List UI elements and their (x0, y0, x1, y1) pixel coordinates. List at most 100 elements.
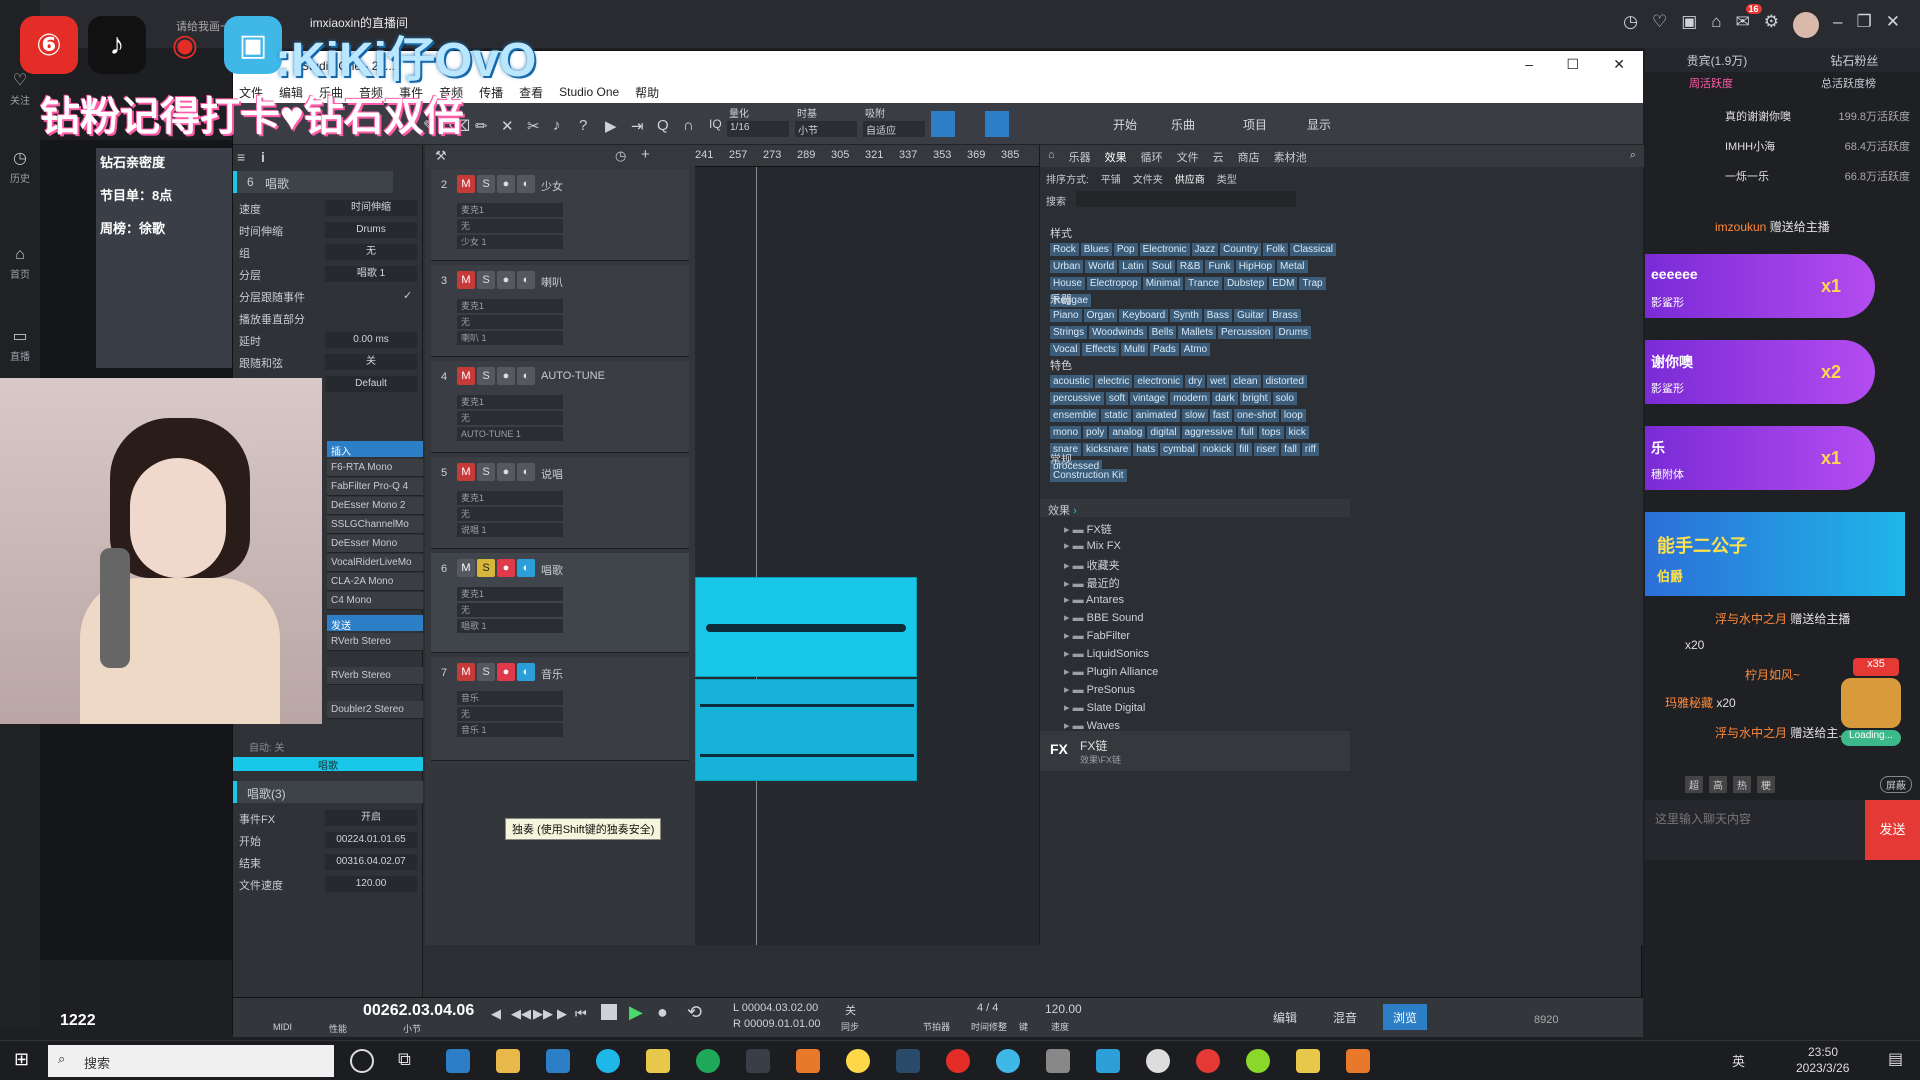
style-tag[interactable]: Pop (1113, 243, 1138, 256)
monitor-icon[interactable]: ◐ (517, 271, 535, 289)
character-tag[interactable]: electronic (1134, 375, 1184, 388)
view-browse-button[interactable]: 浏览 (1383, 1004, 1428, 1030)
style-tag[interactable]: Folk (1263, 243, 1288, 256)
windows-start-icon[interactable]: ⊞ (14, 1049, 29, 1070)
insp-row-delay[interactable]: 延时 0.00 ms (235, 329, 421, 351)
style-tag[interactable]: Classical (1290, 243, 1337, 256)
mute-button[interactable]: M (457, 463, 475, 481)
snap-toggle-icon[interactable] (931, 111, 955, 137)
character-tag[interactable]: full (1237, 426, 1257, 439)
nav-history[interactable]: ◷ 历史 (0, 148, 40, 185)
quick-super[interactable]: 超 (1685, 775, 1703, 793)
browser-tab-cloud[interactable]: 云 (1213, 149, 1224, 164)
monitor-icon[interactable]: ◐ (517, 463, 535, 481)
style-tag[interactable]: Funk (1205, 260, 1234, 273)
track-layer[interactable]: 唱歌 1 (457, 619, 563, 633)
record-icon[interactable]: ● (497, 175, 515, 193)
automation-label[interactable]: 自动: 关 (249, 739, 285, 754)
mail-icon[interactable] (546, 1049, 570, 1073)
chat-message[interactable]: 浮与水中之月 赠送给主播 (1645, 610, 1920, 627)
instrument-tag[interactable]: Woodwinds (1089, 326, 1147, 339)
track-name[interactable]: 说唱 (541, 466, 563, 482)
shirt-icon[interactable]: ⌂ (1711, 12, 1721, 38)
track-input[interactable]: 麦克1 (457, 203, 563, 217)
mute-tool-icon[interactable]: ✕ (501, 117, 514, 135)
app-icon-4[interactable] (996, 1049, 1020, 1073)
maximize-icon[interactable]: ❐ (1857, 12, 1872, 38)
search-icon[interactable]: ⌕ (1630, 149, 1636, 163)
instrument-tag[interactable]: Guitar (1234, 309, 1268, 322)
quick-high[interactable]: 高 (1709, 775, 1727, 793)
fx-folder[interactable]: ▸ ▬ Antares (1064, 593, 1124, 606)
solo-button[interactable]: S (477, 663, 495, 681)
instrument-tag[interactable]: Effects (1082, 343, 1119, 356)
sort-folder[interactable]: 文件夹 (1133, 171, 1163, 186)
track-input[interactable]: 麦克1 (457, 299, 563, 313)
insp-row-layer[interactable]: 分层 唱歌 1 (235, 263, 421, 285)
insert-slot[interactable]: SSLGChannelMo (327, 516, 423, 534)
mute-button[interactable]: M (457, 175, 475, 193)
character-tag[interactable]: kicksnare (1083, 443, 1132, 456)
style-tag[interactable]: World (1085, 260, 1118, 273)
taskbar-time[interactable]: 23:50 (1808, 1045, 1838, 1059)
fx-folder[interactable]: ▸ ▬ PreSonus (1064, 683, 1135, 696)
style-tag[interactable]: Trap (1299, 277, 1326, 290)
instrument-tag[interactable]: Bass (1203, 309, 1232, 322)
track-output[interactable]: 无 (457, 507, 563, 521)
character-tag[interactable]: tops (1258, 426, 1284, 439)
app-icon-8[interactable] (1196, 1049, 1220, 1073)
snap-select[interactable]: 自适应 (863, 121, 925, 137)
character-tag[interactable]: vintage (1129, 392, 1169, 405)
insert-slot[interactable]: DeEsser Mono (327, 535, 423, 553)
fast-forward-icon[interactable]: ▶▶ (533, 1006, 553, 1022)
headphone-icon[interactable]: ∩ (683, 117, 694, 134)
record-icon[interactable]: ● (497, 271, 515, 289)
fx-folder[interactable]: ▸ ▬ LiquidSonics (1064, 647, 1149, 660)
nav-project-button[interactable]: 项目 (1233, 111, 1277, 137)
next-marker-icon[interactable]: ▶ (557, 1006, 567, 1022)
track-layer[interactable]: AUTO-TUNE 1 (457, 427, 563, 441)
time-signature[interactable]: 4 / 4 (977, 1002, 998, 1014)
style-tag[interactable]: Latin (1119, 260, 1147, 273)
rank-row[interactable]: IMHH小海 68.4万活跃度 (1645, 138, 1920, 154)
mute-button[interactable]: M (457, 559, 475, 577)
inspector-track-header[interactable]: 6 唱歌 (233, 171, 393, 193)
general-tag[interactable]: Construction Kit (1050, 469, 1127, 482)
app-icon-k[interactable] (596, 1049, 620, 1073)
s1-close-icon[interactable]: ✕ (1613, 56, 1625, 73)
mute-button[interactable]: M (457, 663, 475, 681)
tab-diamond-fans[interactable]: 钻石粉丝 (1830, 52, 1878, 69)
instrument-tag[interactable]: Brass (1269, 309, 1301, 322)
character-tag[interactable]: digital (1147, 426, 1180, 439)
app-icon-5[interactable] (1046, 1049, 1070, 1073)
solo-button[interactable]: S (477, 463, 495, 481)
fx-folder[interactable]: ▸ ▬ Slate Digital (1064, 701, 1145, 714)
track-row-7[interactable]: 7 M S ● ◐ 音乐 音乐 无 音乐 1 (431, 657, 689, 761)
track-layer[interactable]: 音乐 1 (457, 723, 563, 737)
style-tag[interactable]: Soul (1148, 260, 1175, 273)
taskbar-date[interactable]: 2023/3/26 (1796, 1061, 1849, 1075)
character-tag[interactable]: fast (1209, 409, 1232, 422)
app-icon-2[interactable] (796, 1049, 820, 1073)
heart-icon[interactable]: ♡ (1652, 12, 1667, 38)
track-name[interactable]: 音乐 (541, 666, 563, 682)
instrument-tag[interactable]: Vocal (1050, 343, 1081, 356)
gear-icon[interactable]: ⚙ (1764, 12, 1779, 38)
app-icon-1[interactable] (446, 1049, 470, 1073)
instrument-tag[interactable]: Piano (1050, 309, 1082, 322)
fx-folder[interactable]: ▸ ▬ Plugin Alliance (1064, 665, 1158, 678)
app-icon-6[interactable] (1096, 1049, 1120, 1073)
tab-vip[interactable]: 贵宾(1.9万) (1687, 52, 1748, 69)
send-slot[interactable]: Doubler2 Stereo (327, 701, 423, 719)
style-tag[interactable]: Minimal (1142, 277, 1184, 290)
event-row-fx[interactable]: 事件FX 开启 (235, 807, 421, 829)
chat-input[interactable]: 这里输入聊天内容 (1645, 800, 1865, 860)
check-icon[interactable]: ✓ (403, 289, 412, 302)
nav-song-button[interactable]: 乐曲 (1161, 111, 1205, 137)
track-output[interactable]: 无 (457, 315, 563, 329)
nav-follow[interactable]: ♡ 关注 (0, 70, 40, 107)
track-row-4[interactable]: 4 M S ● ◐ AUTO-TUNE 麦克1 无 AUTO-TUNE 1 (431, 361, 689, 453)
track-output[interactable]: 无 (457, 219, 563, 233)
track-input[interactable]: 音乐 (457, 691, 563, 705)
insp-row-follow-chords[interactable]: 跟随和弦关 (235, 351, 421, 373)
